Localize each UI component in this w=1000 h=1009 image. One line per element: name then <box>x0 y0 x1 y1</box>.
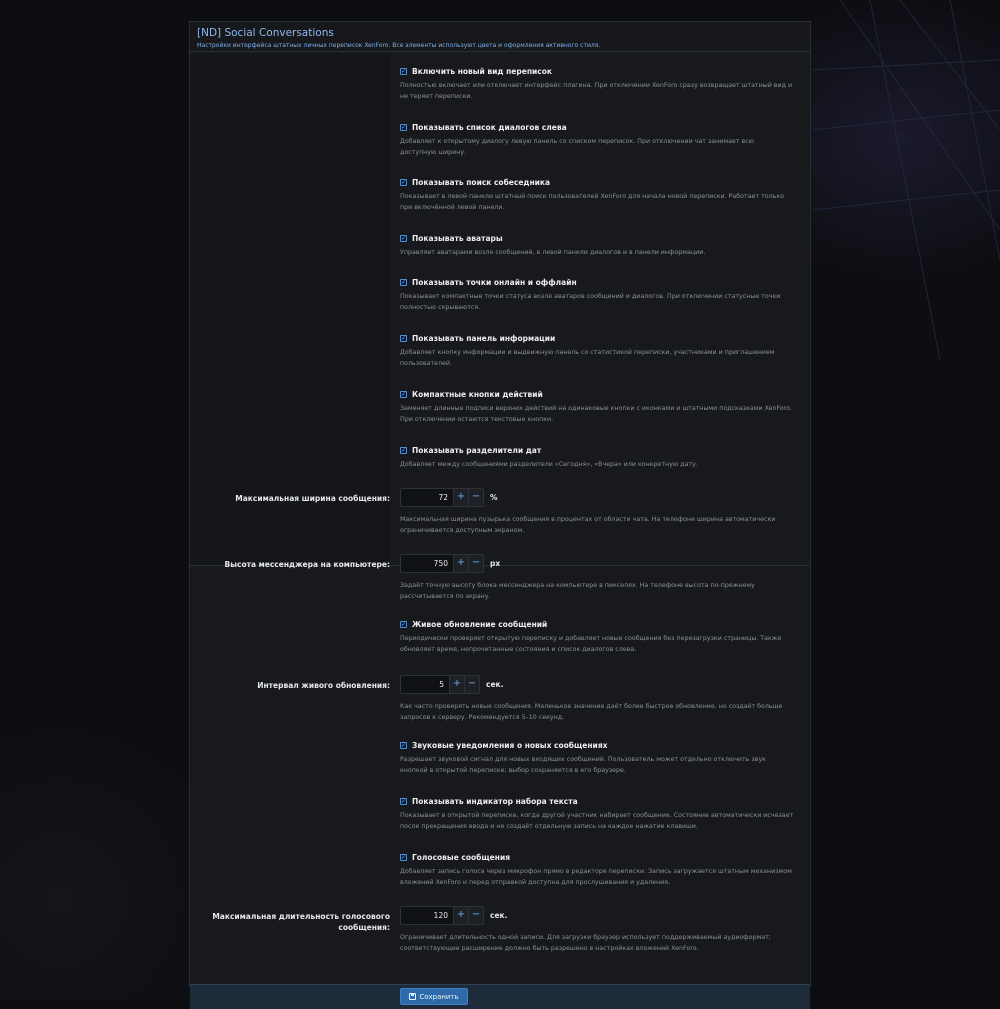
panel-description: Настройки интерфейса штатных личных пере… <box>197 42 601 49</box>
unit-label: сек. <box>490 911 508 920</box>
checkbox-compact-buttons[interactable]: ✓ <box>400 391 407 398</box>
increment-button[interactable]: + <box>454 488 469 507</box>
option-label: Голосовые сообщения <box>412 853 511 862</box>
option-help: Заменяет длинные подписи верхних действи… <box>400 405 792 423</box>
setting-label: Интервал живого обновления: <box>257 681 390 690</box>
live-interval-stepper: 5 + − сек. <box>400 675 795 694</box>
setting-help: Как часто проверять новые сообщения. Мал… <box>400 703 783 721</box>
checkbox-online-dots[interactable]: ✓ <box>400 279 407 286</box>
option-label: Показывать панель информации <box>412 334 556 343</box>
checkbox-typing-indicator[interactable]: ✓ <box>400 798 407 805</box>
checkbox-user-search[interactable]: ✓ <box>400 179 407 186</box>
left-column-background <box>190 53 390 565</box>
option-label: Показывать точки онлайн и оффлайн <box>412 278 577 287</box>
checkbox-date-separators[interactable]: ✓ <box>400 447 407 454</box>
voice-duration-input[interactable]: 120 <box>400 906 454 925</box>
panel-header: [ND] Social Conversations Настройки инте… <box>190 22 810 52</box>
panel-title: [ND] Social Conversations <box>197 27 334 39</box>
decrement-button[interactable]: − <box>469 906 484 925</box>
option-label: Компактные кнопки действий <box>412 390 543 399</box>
decrement-button[interactable]: − <box>469 554 484 573</box>
option-help: Добавляет запись голоса через микрофон п… <box>400 868 792 886</box>
max-width-stepper: 72 + − % <box>400 488 795 507</box>
checkbox-sound-notify[interactable]: ✓ <box>400 742 407 749</box>
save-button-label: Сохранить <box>419 992 459 1001</box>
decrement-button[interactable]: − <box>469 488 484 507</box>
option-help: Разрешает звуковой сигнал для новых вход… <box>400 756 766 774</box>
unit-label: % <box>490 493 498 502</box>
setting-label: Максимальная ширина сообщения: <box>235 494 390 503</box>
option-label: Показывать индикатор набора текста <box>412 797 578 806</box>
option-label: Живое обновление сообщений <box>412 620 548 629</box>
increment-button[interactable]: + <box>450 675 465 694</box>
settings-panel: [ND] Social Conversations Настройки инте… <box>189 21 811 1009</box>
option-label: Включить новый вид переписок <box>412 67 552 76</box>
increment-button[interactable]: + <box>454 554 469 573</box>
desktop-height-stepper: 750 + − px <box>400 554 795 573</box>
option-help: Полностью включает или отключает интерфе… <box>400 82 793 100</box>
option-help: Показывает в открытой переписке, когда д… <box>400 812 794 830</box>
option-help: Показывает компактные точки статуса возл… <box>400 293 781 311</box>
checkbox-live-update[interactable]: ✓ <box>400 621 407 628</box>
option-label: Показывать разделители дат <box>412 446 542 455</box>
option-help: Добавляет между сообщениями разделители … <box>400 461 698 468</box>
unit-label: px <box>490 559 501 568</box>
desktop-height-input[interactable]: 750 <box>400 554 454 573</box>
checkbox-voice-messages[interactable]: ✓ <box>400 854 407 861</box>
form-footer: Сохранить <box>190 984 810 1009</box>
voice-duration-stepper: 120 + − сек. <box>400 906 795 925</box>
option-help: Управляет аватарами возле сообщений, в л… <box>400 249 706 256</box>
max-width-input[interactable]: 72 <box>400 488 454 507</box>
setting-help: Максимальная ширина пузырька сообщения в… <box>400 516 776 534</box>
checkbox-dialog-list[interactable]: ✓ <box>400 124 407 131</box>
option-label: Звуковые уведомления о новых сообщениях <box>412 741 608 750</box>
option-label: Показывать аватары <box>412 234 503 243</box>
save-icon <box>409 993 417 1000</box>
setting-label: Максимальная длительность голосового сооб… <box>212 912 390 932</box>
live-interval-input[interactable]: 5 <box>400 675 450 694</box>
option-label: Показывать список диалогов слева <box>412 123 567 132</box>
decrement-button[interactable]: − <box>465 675 480 694</box>
option-label: Показывать поиск собеседника <box>412 178 551 187</box>
option-help: Периодически проверяет открытую переписк… <box>400 635 782 653</box>
increment-button[interactable]: + <box>454 906 469 925</box>
setting-label: Высота мессенджера на компьютере: <box>224 560 390 569</box>
setting-help: Задаёт точную высоту блока мессенджера н… <box>400 582 755 600</box>
option-help: Добавляет кнопку информации и выдвижную … <box>400 349 775 367</box>
setting-help: Ограничивает длительность одной записи. … <box>400 934 771 952</box>
checkbox-enable-new-view[interactable]: ✓ <box>400 68 407 75</box>
unit-label: сек. <box>486 680 504 689</box>
option-help: Показывает в левой панели штатный поиск … <box>400 193 785 211</box>
save-button[interactable]: Сохранить <box>400 988 468 1005</box>
checkbox-info-panel[interactable]: ✓ <box>400 335 407 342</box>
checkbox-avatars[interactable]: ✓ <box>400 235 407 242</box>
option-help: Добавляет к открытому диалогу левую пане… <box>400 138 754 156</box>
